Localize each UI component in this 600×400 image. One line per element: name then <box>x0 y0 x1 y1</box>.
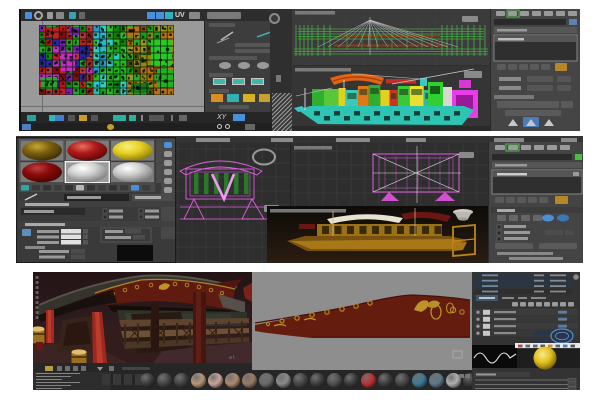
svg-text:a t: a t <box>229 355 235 361</box>
